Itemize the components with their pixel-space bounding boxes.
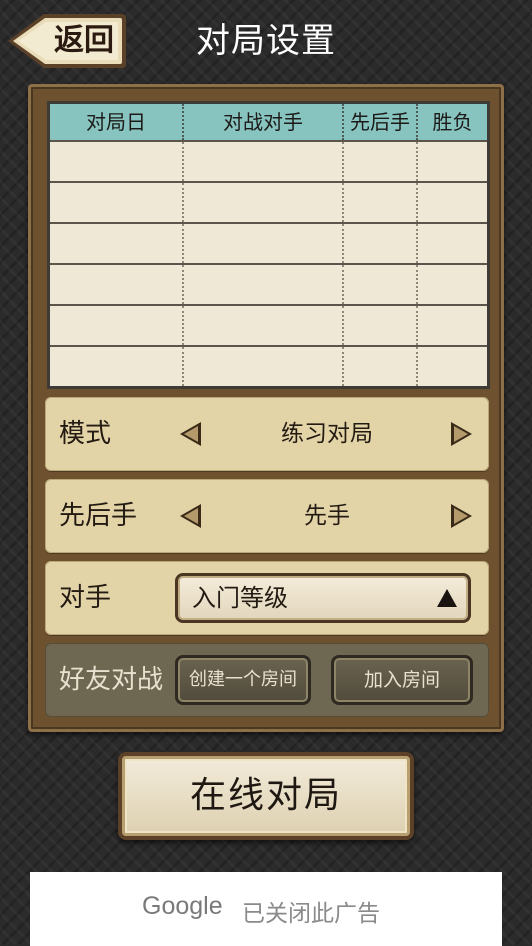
table-header: 对局日 对战对手 先后手 胜负	[50, 104, 487, 140]
back-button[interactable]: 返回	[6, 10, 128, 72]
table-cell	[184, 306, 344, 345]
ad-closed-text: 已关闭此广告	[242, 901, 380, 927]
opponent-level-value: 入门等级	[192, 584, 288, 612]
table-cell	[184, 142, 344, 181]
table-cell	[344, 265, 418, 304]
turn-order-value: 先手	[304, 503, 350, 529]
turn-order-next-arrow-icon[interactable]	[447, 502, 475, 530]
page-title: 对局设置	[196, 21, 336, 61]
ad-banner: Google 已关闭此广告	[30, 872, 502, 946]
mode-label: 模式	[59, 419, 112, 449]
table-row	[50, 222, 487, 263]
match-history-table: 对局日 对战对手 先后手 胜负	[47, 101, 490, 389]
friend-match-row: 好友对战 创建一个房间 加入房间	[45, 643, 489, 717]
table-cell	[344, 347, 418, 386]
turn-order-row: 先后手 先手	[45, 479, 489, 553]
settings-panel: 对局日 对战对手 先后手 胜负 模式 练习对局 先后手 先手 对手 入门等级 好…	[28, 84, 504, 732]
table-cell	[184, 224, 344, 263]
table-cell	[418, 142, 487, 181]
table-cell	[418, 183, 487, 222]
table-cell	[184, 183, 344, 222]
table-cell	[50, 142, 184, 181]
column-header-date: 对局日	[50, 104, 184, 140]
join-room-button[interactable]: 加入房间	[331, 655, 473, 705]
table-cell	[50, 347, 184, 386]
mode-prev-arrow-icon[interactable]	[177, 420, 205, 448]
opponent-label: 对手	[59, 583, 112, 613]
column-header-result: 胜负	[432, 110, 473, 134]
table-cell	[50, 306, 184, 345]
triangle-up-icon	[437, 589, 457, 607]
column-header-opponent: 对战对手	[184, 104, 344, 140]
table-cell	[418, 265, 487, 304]
table-cell	[50, 265, 184, 304]
column-header-turn-order: 先后手	[344, 104, 418, 140]
table-cell	[418, 224, 487, 263]
table-cell	[50, 183, 184, 222]
table-cell	[50, 224, 184, 263]
create-room-button[interactable]: 创建一个房间	[175, 655, 311, 705]
table-cell	[418, 306, 487, 345]
opponent-level-select[interactable]: 入门等级	[175, 573, 471, 623]
mode-value: 练习对局	[281, 421, 373, 447]
table-cell	[344, 142, 418, 181]
table-cell	[418, 347, 487, 386]
table-cell	[344, 183, 418, 222]
table-cell	[344, 224, 418, 263]
friend-match-label: 好友对战	[59, 665, 164, 695]
table-row	[50, 345, 487, 386]
mode-row: 模式 练习对局	[45, 397, 489, 471]
table-cell	[184, 265, 344, 304]
table-row	[50, 263, 487, 304]
online-match-button[interactable]: 在线对局	[118, 752, 414, 840]
table-row	[50, 181, 487, 222]
opponent-row: 对手 入门等级	[45, 561, 489, 635]
back-button-label: 返回	[54, 23, 114, 58]
table-row	[50, 140, 487, 181]
table-cell	[344, 306, 418, 345]
turn-order-label: 先后手	[59, 501, 138, 531]
mode-next-arrow-icon[interactable]	[447, 420, 475, 448]
turn-order-prev-arrow-icon[interactable]	[177, 502, 205, 530]
table-cell	[184, 347, 344, 386]
google-logo: Google	[142, 892, 223, 920]
table-row	[50, 304, 487, 345]
